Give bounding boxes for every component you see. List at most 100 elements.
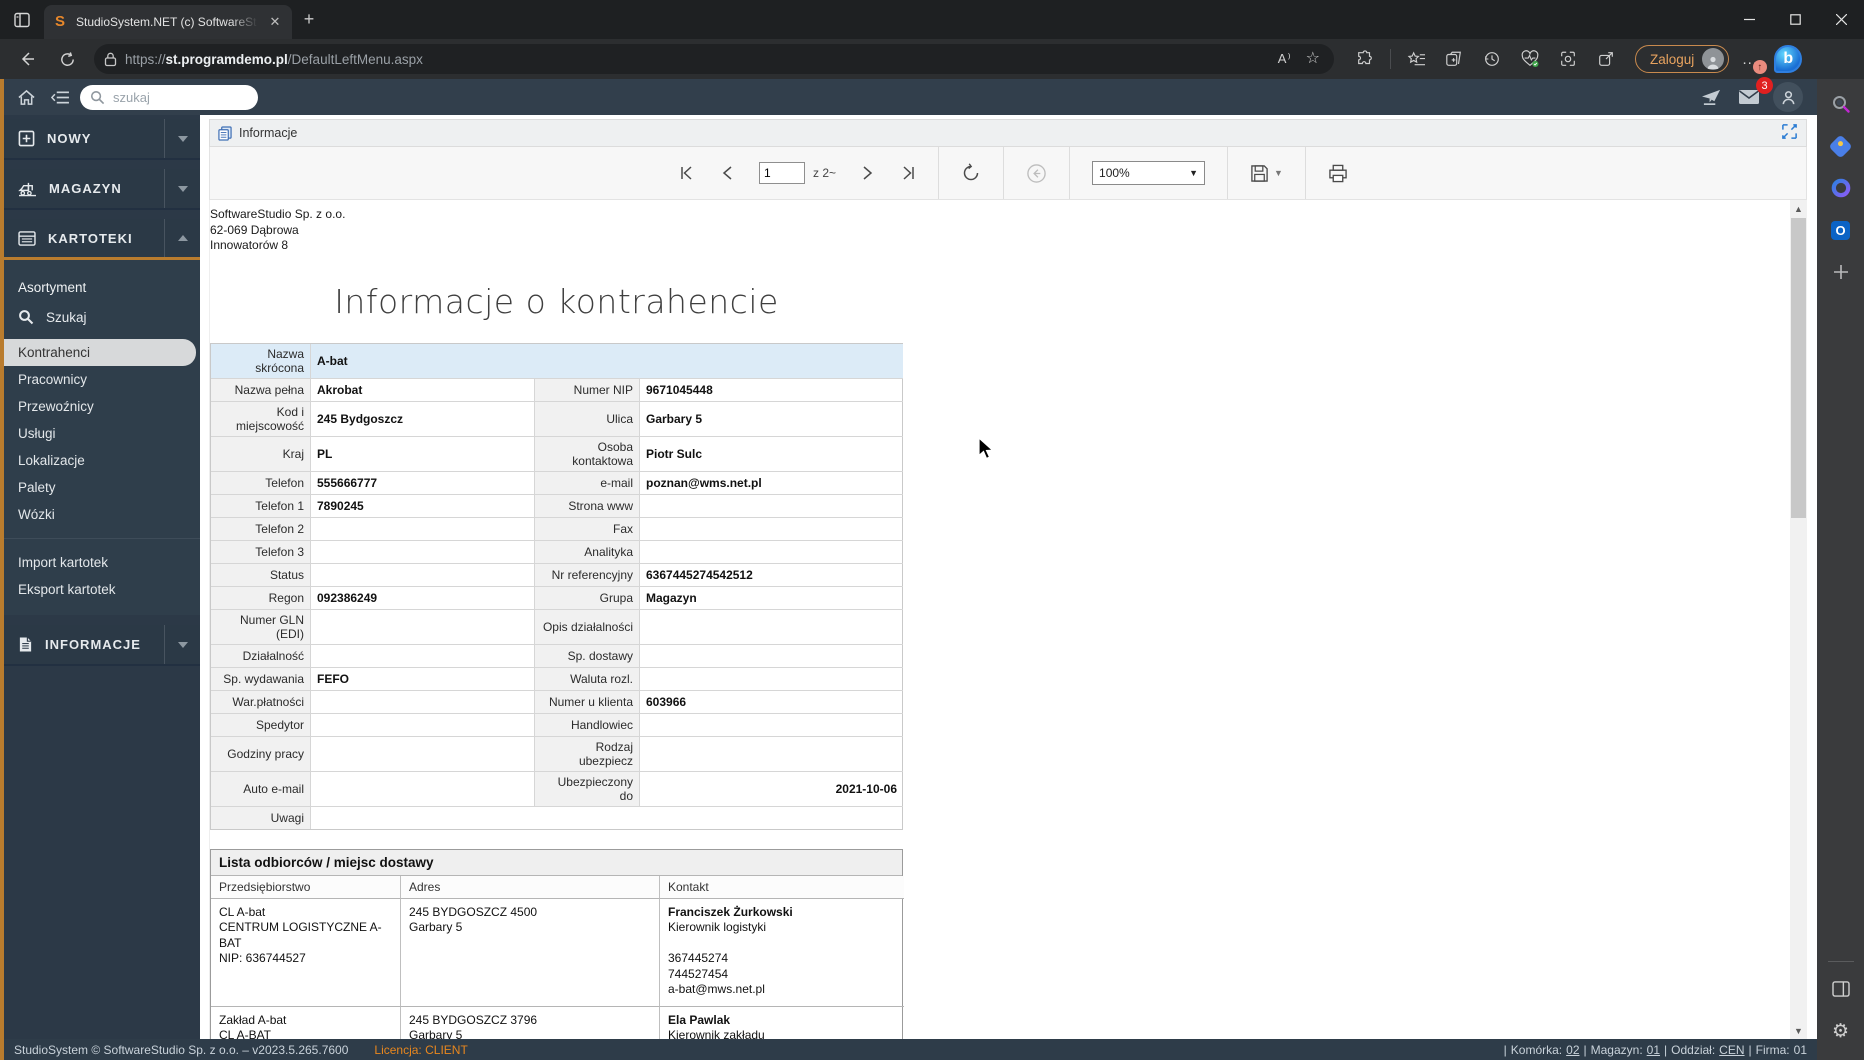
global-search[interactable] — [80, 84, 258, 110]
submenu-search-label: Szukaj — [46, 309, 87, 325]
mail-button[interactable]: 3 — [1735, 77, 1773, 111]
chevron-up-icon[interactable] — [164, 219, 200, 257]
tab-actions-button[interactable] — [0, 0, 44, 39]
back-button[interactable] — [10, 44, 44, 74]
collections-button[interactable] — [1437, 44, 1471, 74]
outlook-sidebar-button[interactable]: O — [1824, 213, 1858, 247]
sidebar-item-palety[interactable]: Palety — [4, 474, 200, 501]
field-label: Regon — [211, 585, 310, 609]
favorite-star-icon[interactable]: ☆ — [1306, 51, 1320, 67]
print-button[interactable] — [1328, 164, 1348, 183]
field-value — [639, 516, 903, 540]
bing-discover-button[interactable]: b — [1771, 42, 1805, 76]
scroll-up-icon[interactable]: ▲ — [1790, 200, 1807, 217]
extensions-button[interactable] — [1348, 44, 1382, 74]
field-value: Garbary 5 — [639, 400, 903, 436]
browser-essentials-button[interactable] — [1513, 44, 1547, 74]
window-minimize-button[interactable] — [1726, 0, 1772, 39]
chevron-down-icon[interactable] — [164, 625, 200, 664]
section-label: KARTOTEKI — [48, 230, 133, 246]
field-label: Sp. dostawy — [534, 643, 639, 667]
gear-icon[interactable]: ⚙ — [1824, 1014, 1858, 1048]
section-label: NOWY — [47, 131, 92, 146]
status-label: Komórka: — [1510, 1042, 1563, 1057]
zoom-select[interactable]: 100% ▼ — [1092, 161, 1206, 185]
field-value — [310, 608, 534, 644]
sidebar-section-magazyn[interactable]: MAGAZYN — [4, 169, 200, 210]
history-button[interactable] — [1475, 44, 1509, 74]
sidebar-item-wózki[interactable]: Wózki — [4, 501, 200, 528]
window-maximize-button[interactable] — [1772, 0, 1818, 39]
page-number-input[interactable] — [759, 162, 805, 184]
field-label: Grupa — [534, 585, 639, 609]
sidebar-panel-button[interactable] — [1824, 972, 1858, 1006]
shopping-sidebar-button[interactable] — [1824, 129, 1858, 163]
save-export-button[interactable]: ▼ — [1250, 164, 1283, 183]
home-button[interactable] — [12, 83, 40, 111]
cell-address: 245 BYDGOSZCZ 3796 Garbary 5 — [400, 1006, 659, 1039]
section-label: MAGAZYN — [49, 181, 122, 196]
favorites-button[interactable] — [1399, 44, 1433, 74]
add-sidebar-button[interactable] — [1824, 255, 1858, 289]
cell-company: Zakład A-batCL A-BATNIP: 636744527 — [211, 1007, 400, 1040]
share-button[interactable] — [1589, 44, 1623, 74]
sidebar-section-kartoteki[interactable]: KARTOTEKI — [4, 219, 200, 260]
sidebar-item-kontrahenci[interactable]: Kontrahenci — [4, 339, 196, 366]
submenu-divider — [4, 538, 200, 539]
status-value[interactable]: CEN — [1719, 1043, 1744, 1057]
expand-panel-button[interactable] — [1781, 123, 1798, 143]
chevron-down-icon[interactable] — [164, 169, 200, 208]
field-value: 603966 — [639, 689, 903, 713]
login-label: Zaloguj — [1650, 51, 1695, 67]
new-tab-button[interactable]: + — [292, 9, 326, 30]
refresh-button[interactable] — [50, 44, 84, 74]
status-version: StudioSystem © SoftwareStudio Sp. z o.o.… — [14, 1042, 349, 1057]
login-button[interactable]: Zaloguj — [1635, 45, 1730, 73]
chevron-down-icon[interactable] — [164, 119, 200, 158]
office-sidebar-button[interactable] — [1824, 171, 1858, 205]
status-value[interactable]: 01 — [1647, 1043, 1660, 1057]
submenu-search[interactable]: Szukaj — [4, 305, 200, 339]
new-plus-icon — [18, 130, 35, 147]
previous-page-button[interactable] — [721, 165, 733, 181]
send-button[interactable] — [1697, 83, 1725, 111]
recipients-table: Lista odbiorców / miejsc dostawy Przedsi… — [210, 848, 904, 1040]
collapse-menu-button[interactable] — [46, 83, 74, 111]
report-scrollbar[interactable]: ▲ ▼ — [1790, 200, 1807, 1039]
field-label: Auto e-mail — [211, 770, 310, 806]
next-page-button[interactable] — [862, 165, 874, 181]
recipients-table-header: Przedsiębiorstwo Adres Kontakt — [211, 875, 904, 899]
browser-tab[interactable]: S StudioSystem.NET (c) SoftwareSt ✕ — [44, 5, 292, 39]
field-label: Telefon — [211, 470, 310, 494]
status-value[interactable]: 02 — [1566, 1043, 1579, 1057]
settings-menu-button[interactable]: ... ↑ — [1735, 44, 1768, 74]
search-input[interactable] — [111, 88, 231, 106]
sidebar-action-eksport-kartotek[interactable]: Eksport kartotek — [4, 576, 200, 603]
scroll-down-icon[interactable]: ▼ — [1790, 1022, 1807, 1039]
tab-close-icon[interactable]: ✕ — [266, 13, 284, 31]
refresh-report-button[interactable] — [961, 163, 981, 183]
sidebar-section-informacje[interactable]: INFORMACJE — [4, 625, 200, 666]
address-bar[interactable]: https://st.programdemo.pl/DefaultLeftMen… — [94, 44, 1334, 74]
sidebar-item-lokalizacje[interactable]: Lokalizacje — [4, 447, 200, 474]
web-capture-button[interactable] — [1551, 44, 1585, 74]
field-label: Ubezpieczony do — [534, 770, 639, 806]
scrollbar-thumb[interactable] — [1791, 218, 1806, 518]
back-to-parent-button[interactable] — [1026, 163, 1047, 184]
field-value — [310, 712, 534, 736]
window-close-button[interactable] — [1818, 0, 1864, 39]
sidebar-item-przewoźnicy[interactable]: Przewoźnicy — [4, 393, 200, 420]
sidebar-item-pracownicy[interactable]: Pracownicy — [4, 366, 200, 393]
section-label: INFORMACJE — [45, 637, 141, 652]
field-label: Opis działalności — [534, 608, 639, 644]
sidebar-action-import-kartotek[interactable]: Import kartotek — [4, 549, 200, 576]
sidebar-submenu: Asortyment Szukaj Kontrahenci Pracownicy P… — [4, 260, 200, 615]
search-sidebar-button[interactable] — [1824, 87, 1858, 121]
sidebar-item-usługi[interactable]: Usługi — [4, 420, 200, 447]
status-value: 01 — [1793, 1042, 1807, 1057]
first-page-button[interactable] — [679, 165, 695, 181]
user-menu-button[interactable] — [1773, 82, 1803, 112]
last-page-button[interactable] — [900, 165, 916, 181]
read-aloud-icon[interactable]: A⁾ — [1278, 51, 1292, 67]
sidebar-section-nowy[interactable]: NOWY — [4, 119, 200, 160]
